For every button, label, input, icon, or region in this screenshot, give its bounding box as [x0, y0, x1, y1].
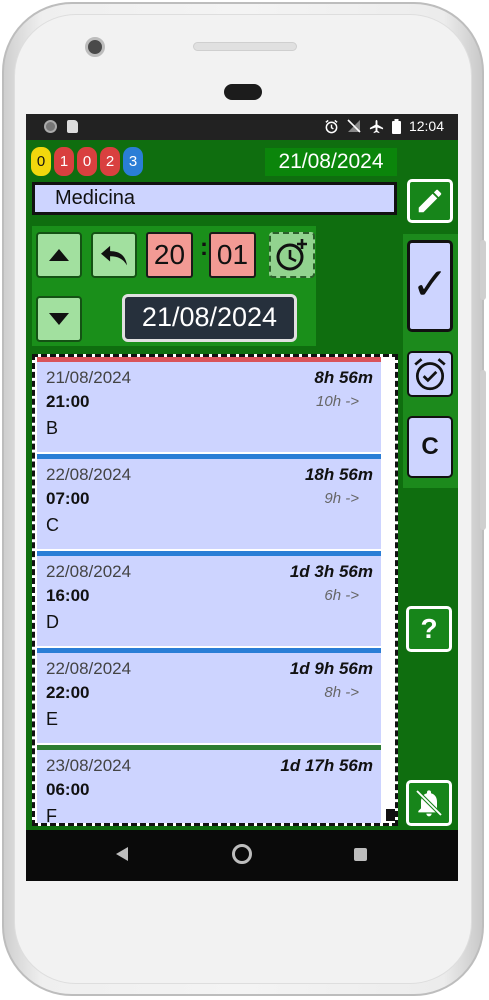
item-time: 16:00 — [46, 586, 90, 605]
scrollbar-thumb[interactable] — [386, 809, 395, 821]
item-date: 22/08/2024 — [46, 659, 132, 678]
item-remaining: 1d 17h 56m — [280, 756, 373, 775]
bell-off-icon — [415, 789, 443, 817]
airplane-icon — [369, 119, 384, 133]
item-interval: 8h -> — [324, 684, 359, 701]
item-date: 22/08/2024 — [46, 465, 132, 484]
system-navigation-bar — [26, 830, 458, 881]
item-interval: 9h -> — [324, 490, 359, 507]
home-icon[interactable] — [232, 844, 252, 864]
volume-button — [480, 240, 486, 300]
notification-dot-icon — [44, 120, 57, 133]
triangle-down-icon — [49, 313, 69, 325]
help-label: ? — [420, 613, 438, 644]
app-screen: 12:04 0 1 0 2 3 21/08/2024 Medicina 20 :… — [26, 114, 458, 881]
mute-notifications-button[interactable] — [406, 780, 452, 826]
badge-red-1[interactable]: 1 — [54, 147, 74, 176]
speaker-slot — [193, 42, 297, 51]
scrollbar-track[interactable] — [386, 359, 395, 821]
item-remaining: 18h 56m — [304, 465, 373, 484]
item-date: 23/08/2024 — [46, 756, 132, 775]
item-name: B — [46, 418, 59, 438]
recent-apps-icon[interactable] — [354, 848, 367, 861]
item-time: 22:00 — [46, 683, 90, 702]
alarm-check-button[interactable] — [407, 351, 453, 397]
count-badges: 0 1 0 2 3 — [31, 147, 143, 176]
list-item[interactable]: 22/08/2024 1d 3h 56m 16:00 6h -> D — [37, 551, 381, 646]
confirm-button[interactable]: ✓ — [407, 240, 453, 332]
time-colon: : — [200, 234, 208, 261]
badge-red-3[interactable]: 2 — [100, 147, 120, 176]
time-control-panel: 20 : 01 21/08/2024 — [32, 226, 316, 346]
list-item[interactable]: 22/08/2024 18h 56m 07:00 9h -> C — [37, 454, 381, 549]
down-button[interactable] — [36, 296, 82, 342]
status-time: 12:04 — [408, 118, 444, 134]
medicine-name-field[interactable]: Medicina — [32, 182, 397, 215]
badge-red-2[interactable]: 0 — [77, 147, 97, 176]
hour-box[interactable]: 20 — [146, 232, 193, 278]
power-button — [480, 370, 486, 530]
badge-blue[interactable]: 3 — [123, 147, 143, 176]
earpiece — [224, 84, 262, 100]
front-camera — [85, 37, 105, 57]
item-name: F — [46, 806, 57, 826]
help-button[interactable]: ? — [406, 606, 452, 652]
badge-yellow[interactable]: 0 — [31, 147, 51, 176]
sd-card-icon — [67, 120, 78, 133]
item-time: 21:00 — [46, 392, 90, 411]
item-time: 07:00 — [46, 489, 90, 508]
item-remaining: 1d 9h 56m — [289, 659, 373, 678]
c-button[interactable]: C — [407, 416, 453, 478]
item-name: D — [46, 612, 59, 632]
item-name: C — [46, 515, 59, 535]
add-alarm-button[interactable] — [269, 232, 315, 278]
item-date: 22/08/2024 — [46, 562, 132, 581]
current-date: 21/08/2024 — [265, 148, 397, 176]
status-bar: 12:04 — [26, 114, 458, 140]
item-name: E — [46, 709, 59, 729]
undo-button[interactable] — [91, 232, 137, 278]
item-interval: 10h -> — [316, 393, 359, 410]
list-item[interactable]: 22/08/2024 1d 9h 56m 22:00 8h -> E — [37, 648, 381, 743]
triangle-up-icon — [49, 249, 69, 261]
undo-icon — [101, 245, 127, 266]
item-date: 21/08/2024 — [46, 368, 132, 387]
schedule-list[interactable]: 21/08/2024 8h 56m 21:00 10h -> B 22/08/2… — [32, 354, 398, 826]
battery-icon — [391, 118, 401, 134]
minute-box[interactable]: 01 — [209, 232, 256, 278]
list-item[interactable]: 23/08/2024 1d 17h 56m 06:00 F — [37, 745, 381, 826]
item-remaining: 1d 3h 56m — [289, 562, 373, 581]
edit-button[interactable] — [407, 179, 453, 223]
list-item[interactable]: 21/08/2024 8h 56m 21:00 10h -> B — [37, 357, 381, 452]
item-remaining: 8h 56m — [314, 368, 373, 387]
alarm-add-icon — [276, 239, 307, 271]
item-time: 06:00 — [46, 780, 90, 799]
alarm-icon — [325, 119, 338, 133]
selected-date[interactable]: 21/08/2024 — [122, 294, 297, 342]
alarm-check-icon — [414, 358, 446, 391]
up-button[interactable] — [36, 232, 82, 278]
back-icon[interactable] — [116, 847, 128, 861]
no-signal-icon — [347, 119, 361, 133]
pencil-icon — [418, 189, 442, 213]
item-interval: 6h -> — [324, 587, 359, 604]
